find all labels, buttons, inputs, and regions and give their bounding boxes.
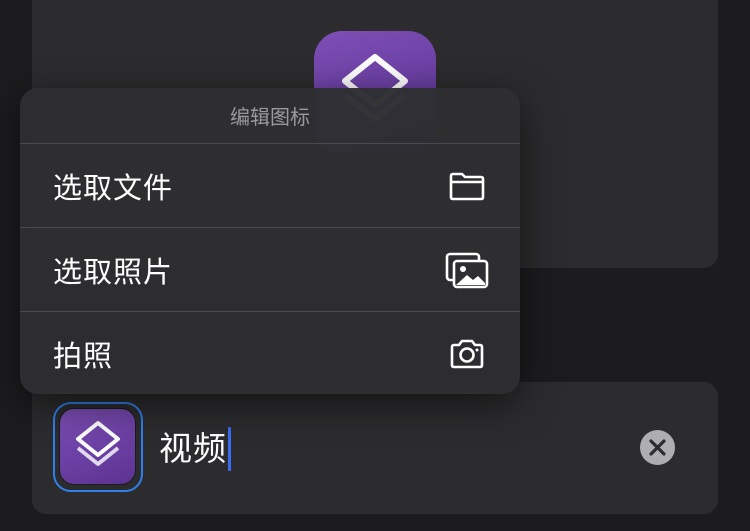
menu-item-label: 拍照 — [53, 338, 114, 373]
shortcut-name-input[interactable]: 视频 — [159, 426, 231, 472]
edit-icon-menu: 编辑图标 选取文件 选取照片 拍照 — [20, 88, 520, 394]
menu-title: 编辑图标 — [20, 88, 520, 144]
edit-icon-button[interactable] — [53, 402, 143, 492]
photos-icon — [445, 252, 489, 289]
clear-text-button[interactable] — [640, 430, 675, 465]
shortcuts-icon — [76, 421, 120, 466]
menu-item-choose-photo[interactable]: 选取照片 — [20, 228, 520, 312]
clear-icon — [649, 439, 666, 456]
folder-icon — [449, 172, 485, 201]
description-text-clipped — [32, 522, 718, 531]
camera-icon — [450, 339, 484, 369]
menu-item-label: 选取文件 — [53, 170, 174, 205]
shortcut-icon-thumbnail — [59, 408, 136, 485]
shortcut-name-value: 视频 — [159, 429, 227, 468]
edit-icon-screen: 视频 编辑图标 选取文件 选取照片 拍照 — [0, 0, 750, 531]
shortcut-name-card: 视频 — [32, 382, 718, 514]
text-caret — [228, 427, 231, 471]
menu-item-take-photo[interactable]: 拍照 — [20, 312, 520, 394]
menu-item-choose-file[interactable]: 选取文件 — [20, 144, 520, 228]
menu-item-label: 选取照片 — [53, 254, 174, 289]
